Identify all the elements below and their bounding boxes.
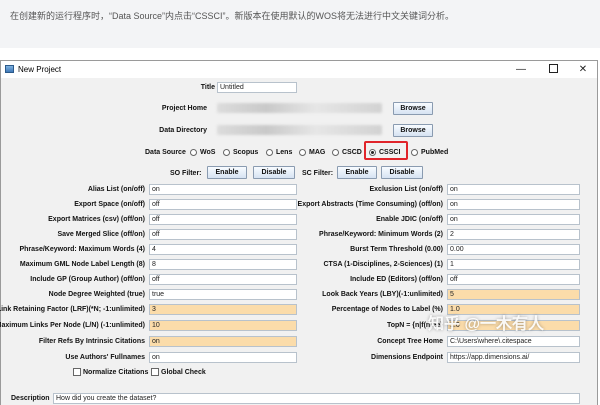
param-label: Include ED (Editors) (off/on) (350, 276, 443, 283)
article-caption: 在创建新的运行程序时，“Data Source”内点击“CSSCI”。新版本在使… (0, 0, 600, 48)
minimize-button[interactable]: — (506, 61, 536, 78)
so-filter-enable-button[interactable]: Enable (207, 166, 247, 179)
project-home-browse-button[interactable]: Browse (393, 102, 433, 115)
data-source-mag[interactable]: MAG (299, 147, 329, 158)
param-label: Dimensions Endpoint (371, 354, 443, 361)
radio-icon (411, 149, 418, 156)
normalize-citations-checkbox[interactable] (73, 368, 81, 376)
maximize-icon (548, 63, 558, 73)
burst-threshold-input[interactable]: 0.00 (447, 244, 580, 255)
lrf-input[interactable]: 3 (149, 304, 297, 315)
close-button[interactable]: ✕ (568, 61, 598, 78)
enable-jdic-input[interactable]: on (447, 214, 580, 225)
concept-tree-home-input[interactable]: C:\Users\where\.citespace (447, 336, 580, 347)
filter-refs-input[interactable]: on (149, 336, 297, 347)
radio-icon (299, 149, 306, 156)
param-label: Node Degree Weighted (true) (48, 291, 145, 298)
alias-list-input[interactable]: on (149, 184, 297, 195)
app-icon (5, 65, 14, 73)
max-links-per-node-input[interactable]: 10 (149, 320, 297, 331)
look-back-years-input[interactable]: 5 (447, 289, 580, 300)
param-label: Use Authors' Fullnames (65, 354, 145, 361)
global-check-label: Global Check (161, 369, 206, 376)
data-source-label: Data Source (145, 149, 186, 156)
export-matrices-input[interactable]: off (149, 214, 297, 225)
include-ed-input[interactable]: off (447, 274, 580, 285)
data-source-lens[interactable]: Lens (266, 147, 296, 158)
radio-icon (266, 149, 273, 156)
zhihu-watermark: 知乎 @一木有人 (428, 316, 545, 333)
so-filter-disable-button[interactable]: Disable (253, 166, 295, 179)
description-label: Description (11, 395, 50, 402)
authors-fullnames-input[interactable]: on (149, 352, 297, 363)
data-source-cscd[interactable]: CSCD (332, 147, 364, 158)
export-space-input[interactable]: off (149, 199, 297, 210)
global-check-checkbox[interactable] (151, 368, 159, 376)
radio-icon (190, 149, 197, 156)
param-label: Phrase/Keyword: Maximum Words (4) (19, 246, 145, 253)
param-label: Filter Refs By Intrinsic Citations (38, 338, 145, 345)
param-label: Alias List (on/off) (87, 186, 145, 193)
data-source-wos[interactable]: WoS (190, 147, 220, 158)
project-home-label: Project Home (161, 105, 207, 112)
radio-icon (332, 149, 339, 156)
description-input[interactable]: How did you create the dataset? (53, 393, 580, 404)
param-label: Burst Term Threshold (0.00) (350, 246, 443, 253)
export-abstracts-input[interactable]: on (447, 199, 580, 210)
radio-icon (223, 149, 230, 156)
param-label: Export Abstracts (Time Consuming) (off/o… (297, 201, 443, 208)
data-directory-browse-button[interactable]: Browse (393, 124, 433, 137)
sc-filter-enable-button[interactable]: Enable (337, 166, 377, 179)
gml-label-length-input[interactable]: 8 (149, 259, 297, 270)
data-directory-label: Data Directory (159, 127, 207, 134)
sc-filter-disable-button[interactable]: Disable (381, 166, 423, 179)
caption-text: 在创建新的运行程序时，“Data Source”内点击“CSSCI”。新版本在使… (10, 11, 455, 21)
node-degree-weighted-input[interactable]: true (149, 289, 297, 300)
title-bar: New Project — ✕ (1, 61, 597, 78)
param-label: Phrase/Keyword: Minimum Words (2) (319, 231, 443, 238)
new-project-window: New Project — ✕ Title Untitled Project H… (0, 60, 598, 405)
exclusion-list-input[interactable]: on (447, 184, 580, 195)
data-source-scopus[interactable]: Scopus (223, 147, 263, 158)
save-merged-slice-input[interactable]: off (149, 229, 297, 240)
radio-selected-icon (369, 149, 376, 156)
title-input[interactable]: Untitled (217, 82, 297, 93)
dimensions-endpoint-input[interactable]: https://app.dimensions.ai/ (447, 352, 580, 363)
data-directory-path-redacted[interactable] (217, 125, 382, 135)
param-label: Enable JDIC (on/off) (376, 216, 443, 223)
param-label: Include GP (Group Author) (off/on) (30, 276, 145, 283)
include-gp-input[interactable]: off (149, 274, 297, 285)
data-source-pubmed[interactable]: PubMed (411, 147, 451, 158)
param-label: Look Back Years (LBY)(-1:unlimited) (322, 291, 443, 298)
param-label: Save Merged Slice (off/on) (57, 231, 145, 238)
param-label: Exclusion List (on/off) (369, 186, 444, 193)
project-form: Title Untitled Project Home Browse Data … (0, 78, 597, 405)
data-source-cssci[interactable]: CSSCI (369, 147, 405, 158)
param-label: Maximum GML Node Label Length (8) (19, 261, 145, 268)
ctsa-input[interactable]: 1 (447, 259, 580, 270)
param-label: Export Space (on/off) (74, 201, 145, 208)
param-label: Link Retaining Factor (LRF)(*N; -1:unlim… (0, 306, 145, 313)
so-filter-label: SO Filter: (170, 170, 202, 177)
project-home-path-redacted[interactable] (217, 103, 382, 113)
min-words-input[interactable]: 2 (447, 229, 580, 240)
window-title: New Project (18, 65, 62, 74)
title-label: Title (200, 84, 215, 91)
max-words-input[interactable]: 4 (149, 244, 297, 255)
param-label: Percentage of Nodes to Label (%) (331, 306, 443, 313)
param-label: Export Matrices (csv) (off/on) (48, 216, 145, 223)
maximize-button[interactable] (538, 61, 568, 78)
param-label: Concept Tree Home (377, 338, 443, 345)
sc-filter-label: SC Filter: (302, 170, 334, 177)
param-label: CTSA (1-Disciplines, 2-Sciences) (1) (323, 261, 443, 268)
param-label: Maximum Links Per Node (L/N) (-1:unlimit… (0, 322, 145, 329)
normalize-citations-label: Normalize Citations (83, 369, 149, 376)
